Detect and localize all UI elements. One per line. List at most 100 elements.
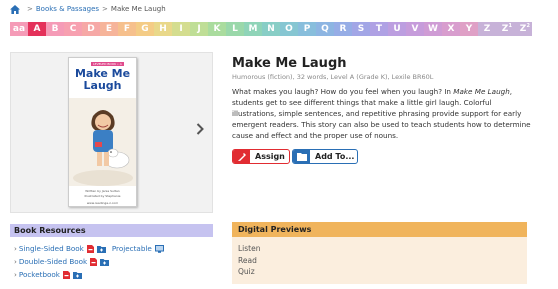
level-y-button[interactable]: Y [460,22,478,36]
folder-icon [293,150,310,163]
preview-read-link[interactable]: Read [238,255,260,267]
level-label: I [179,24,183,34]
level-label: D [87,24,95,34]
level-h-button[interactable]: H [154,22,172,36]
level-m-button[interactable]: M [244,22,262,36]
level-z1-button[interactable]: Z1 [496,22,514,36]
bullet-arrow: › [14,244,17,253]
cover-title-line2: Laugh [83,79,122,92]
add-to-label: Add To... [315,152,355,161]
add-to-button[interactable]: Add To... [292,149,358,164]
cover-panel: LEVELED BOOK • A Make Me Laugh Written b… [10,52,213,213]
level-label: Z [519,24,527,34]
folder-add-icon[interactable] [96,245,106,253]
book-title: Make Me Laugh [232,56,347,71]
pdf-icon[interactable] [90,257,98,266]
book-resources-heading: Book Resources [10,224,213,237]
bullet-arrow: › [14,257,17,266]
digital-previews-list: Listen Read Quiz [238,243,260,278]
level-label: K [213,24,221,34]
level-f-button[interactable]: F [118,22,136,36]
cover-site: www.readinga-z.com [86,201,119,205]
breadcrumb-current: Make Me Laugh [110,5,166,13]
level-d-button[interactable]: D [82,22,100,36]
bullet-arrow: › [14,270,17,279]
level-z2-button[interactable]: Z2 [514,22,532,36]
level-s-button[interactable]: S [352,22,370,36]
description-title: Make Me Laugh [453,87,510,96]
level-label: H [159,24,167,34]
level-label: Z [483,24,491,34]
resource-item-double-sided: › Double-Sided Book [14,255,164,268]
level-e-button[interactable]: E [100,22,118,36]
folder-add-icon[interactable] [100,258,110,266]
level-label: J [197,24,201,34]
assign-label: Assign [255,152,285,161]
chevron-right-icon[interactable] [196,123,204,135]
level-j-button[interactable]: J [190,22,208,36]
resource-item-single-sided: › Single-Sided Book Projectable [14,242,164,255]
assign-button[interactable]: Assign [232,149,290,164]
description-text: What makes you laugh? How do you feel wh… [232,87,454,96]
level-label: X [447,24,455,34]
level-a-button[interactable]: A [28,22,46,36]
level-label: V [411,24,419,34]
level-c-button[interactable]: C [64,22,82,36]
level-label: N [267,24,275,34]
level-label: aa [12,24,26,34]
level-p-button[interactable]: P [298,22,316,36]
level-selector: aa A B C D E F G H I J K L M N O P Q R S T U V W X Y Z Z 1 Z 2 [10,22,532,36]
level-o-button[interactable]: O [280,22,298,36]
resource-item-pocketbook: › Pocketbook [14,268,164,281]
preview-listen-link[interactable]: Listen [238,243,260,255]
level-x-button[interactable]: X [442,22,460,36]
pdf-icon[interactable] [86,244,94,253]
level-label: S [357,24,365,34]
double-sided-book-link[interactable]: Double-Sided Book [19,257,87,266]
pocketbook-link[interactable]: Pocketbook [19,270,60,279]
digital-previews-heading: Digital Previews [232,222,527,237]
level-l-button[interactable]: L [226,22,244,36]
cover-illustration [69,98,136,186]
level-z-button[interactable]: Z [478,22,496,36]
level-label: E [105,24,113,34]
level-label: F [123,24,131,34]
projectable-link[interactable]: Projectable [112,244,152,253]
level-v-button[interactable]: V [406,22,424,36]
assign-icon [233,150,250,163]
level-label: O [285,24,293,34]
level-label: W [428,24,438,34]
level-g-button[interactable]: G [136,22,154,36]
pdf-icon[interactable] [62,270,70,279]
level-label: U [393,24,401,34]
breadcrumb-books-passages[interactable]: Books & Passages [36,5,99,13]
level-q-button[interactable]: Q [316,22,334,36]
level-t-button[interactable]: T [370,22,388,36]
monitor-icon[interactable] [154,244,164,253]
breadcrumb-separator: > [27,5,33,13]
book-description: What makes you laugh? How do you feel wh… [232,86,532,141]
level-u-button[interactable]: U [388,22,406,36]
level-n-button[interactable]: N [262,22,280,36]
breadcrumb: > Books & Passages > Make Me Laugh [10,3,166,15]
level-label: L [232,24,238,34]
level-r-button[interactable]: R [334,22,352,36]
level-w-button[interactable]: W [424,22,442,36]
level-aa-button[interactable]: aa [10,22,28,36]
breadcrumb-separator: > [102,5,108,13]
level-i-button[interactable]: I [172,22,190,36]
level-b-button[interactable]: B [46,22,64,36]
book-cover[interactable]: LEVELED BOOK • A Make Me Laugh Written b… [68,57,137,207]
level-label: Z [501,24,509,34]
level-label: A [33,24,41,34]
single-sided-book-link[interactable]: Single-Sided Book [19,244,84,253]
level-label: R [339,24,347,34]
level-k-button[interactable]: K [208,22,226,36]
preview-quiz-link[interactable]: Quiz [238,266,260,278]
home-icon[interactable] [10,4,20,14]
level-superscript: 1 [508,23,512,29]
cover-credits-illustrator: Illustrated by Stephanie [84,194,121,198]
folder-add-icon[interactable] [72,271,82,279]
level-label: M [248,24,258,34]
cover-title: Make Me Laugh [69,68,136,92]
